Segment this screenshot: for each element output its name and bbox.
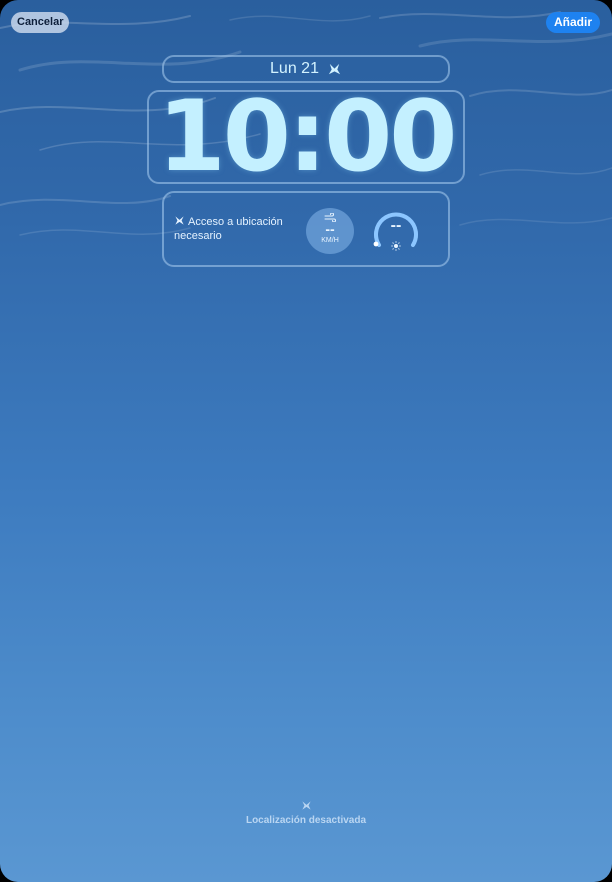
widget-area[interactable]: Acceso a ubicación necesario -- KM/H -- bbox=[162, 191, 450, 267]
uv-index-widget[interactable]: -- bbox=[370, 207, 422, 253]
location-access-widget[interactable]: Acceso a ubicación necesario bbox=[174, 215, 304, 243]
location-arrow-icon bbox=[301, 801, 311, 810]
location-arrow-icon bbox=[175, 216, 184, 225]
cancel-button[interactable]: Cancelar bbox=[11, 12, 70, 33]
location-access-text: Acceso a ubicación necesario bbox=[174, 216, 283, 242]
time-display[interactable]: 10:00 bbox=[147, 80, 465, 194]
bird-icon bbox=[328, 63, 341, 74]
sun-icon bbox=[391, 241, 401, 251]
date-complication[interactable]: Lun 21 bbox=[162, 55, 450, 83]
wind-widget[interactable]: -- KM/H bbox=[306, 208, 354, 254]
uv-value: -- bbox=[390, 217, 402, 234]
wind-value: -- bbox=[325, 221, 335, 237]
time-text: 10:00 bbox=[157, 80, 458, 194]
add-button[interactable]: Añadir bbox=[545, 12, 600, 33]
location-status: Localización desactivada bbox=[0, 800, 612, 826]
location-status-text: Localización desactivada bbox=[245, 815, 367, 826]
lock-screen-editor: Cancelar Añadir Lun 21 10:00 Acceso a ub… bbox=[0, 0, 612, 882]
wind-unit: KM/H bbox=[321, 237, 339, 244]
date-text: Lun 21 bbox=[270, 60, 319, 77]
